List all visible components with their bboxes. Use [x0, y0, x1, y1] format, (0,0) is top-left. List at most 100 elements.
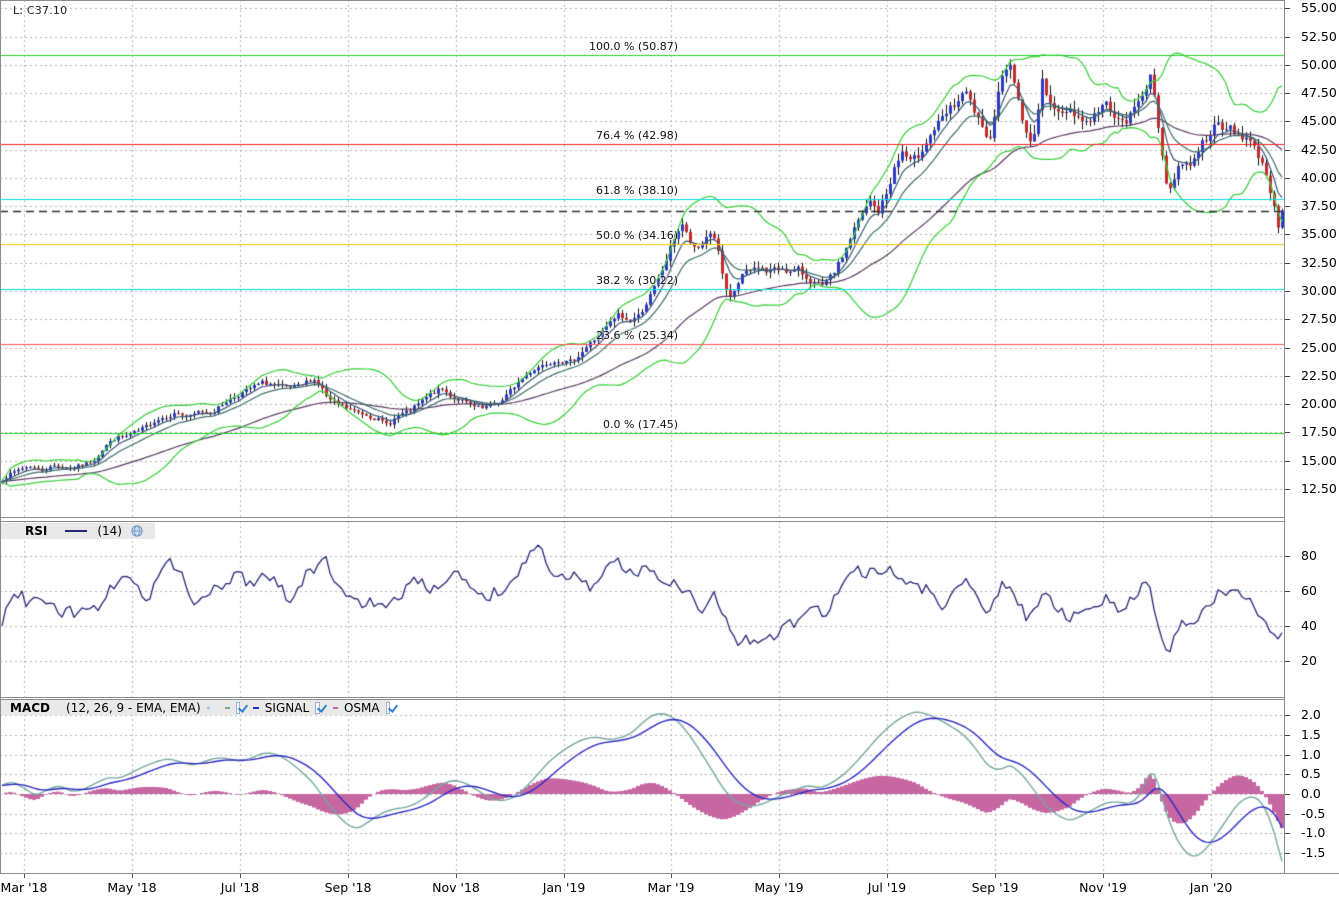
price-tick-label: 47.50	[1301, 85, 1337, 100]
price-tick-tick	[1285, 93, 1290, 94]
osma-visibility-checkbox[interactable]	[386, 702, 390, 714]
time-tick-label: Jul '19	[868, 880, 906, 895]
price-tick-label: 22.50	[1301, 368, 1337, 383]
macd-line-sample	[225, 707, 230, 709]
signal-visibility-checkbox[interactable]	[315, 702, 319, 714]
macd-tick-tick	[1285, 794, 1290, 795]
time-tick-label: Jan '19	[543, 880, 586, 895]
time-axis[interactable]: Mar '18May '18Jul '18Sep '18Nov '18Jan '…	[0, 873, 1339, 897]
macd-tick-tick	[1285, 814, 1290, 815]
price-chart-canvas[interactable]	[0, 0, 1284, 518]
fib-level-label: 50.0 % (34.16)	[478, 230, 678, 242]
time-tick-label: Mar '19	[648, 880, 695, 895]
time-tick-label: Jan '20	[1190, 880, 1233, 895]
macd-visibility-checkbox[interactable]	[236, 702, 240, 714]
price-tick-tick	[1285, 432, 1290, 433]
macd-tick-label: 0.5	[1301, 766, 1321, 781]
price-tick-label: 25.00	[1301, 340, 1337, 355]
macd-panel-bottom-border	[0, 873, 1339, 874]
macd-tick-label: -1.0	[1301, 825, 1325, 840]
rsi-tick-tick	[1285, 591, 1290, 592]
price-tick-tick	[1285, 8, 1290, 9]
rsi-tick-label: 60	[1301, 583, 1317, 598]
price-tick-label: 55.00	[1301, 0, 1337, 15]
price-tick-label: 37.50	[1301, 198, 1337, 213]
time-tick-label: Jul '18	[221, 880, 259, 895]
indicator-settings-globe-icon[interactable]	[131, 525, 143, 537]
osma-label: OSMA	[344, 701, 380, 715]
price-tick-tick	[1285, 65, 1290, 66]
signal-label: SIGNAL	[265, 701, 309, 715]
macd-tick-tick	[1285, 755, 1290, 756]
price-tick-tick	[1285, 206, 1290, 207]
macd-tick-tick	[1285, 774, 1290, 775]
rsi-canvas[interactable]	[0, 521, 1284, 697]
price-tick-label: 12.50	[1301, 481, 1337, 496]
macd-tick-tick	[1285, 853, 1290, 854]
rsi-param: (14)	[97, 524, 122, 538]
price-tick-tick	[1285, 37, 1290, 38]
rsi-title: RSI	[25, 524, 47, 538]
signal-line-sample	[253, 707, 258, 709]
macd-tick-label: 1.0	[1301, 747, 1321, 762]
price-tick-label: 15.00	[1301, 453, 1337, 468]
macd-tick-tick	[1285, 833, 1290, 834]
macd-canvas[interactable]	[0, 699, 1284, 873]
macd-panel-top-border	[0, 699, 1285, 700]
rsi-tick-label: 20	[1301, 653, 1317, 668]
rsi-tick-tick	[1285, 556, 1290, 557]
macd-tick-label: 2.0	[1301, 707, 1321, 722]
macd-tick-tick	[1285, 715, 1290, 716]
price-axis[interactable]: 55.0052.5050.0047.5045.0042.5040.0037.50…	[1284, 0, 1339, 873]
price-tick-tick	[1285, 178, 1290, 179]
trading-chart-app: L: C37.10 100.0 % (50.87) 76.4 % (42.98) 6…	[0, 0, 1339, 897]
price-tick-tick	[1285, 150, 1290, 151]
rsi-tick-label: 80	[1301, 548, 1317, 563]
time-tick-label: May '19	[754, 880, 803, 895]
price-tick-tick	[1285, 319, 1290, 320]
time-tick-label: Sep '19	[972, 880, 1019, 895]
osma-line-sample	[333, 707, 338, 709]
price-tick-tick	[1285, 234, 1290, 235]
price-tick-tick	[1285, 461, 1290, 462]
rsi-tick-tick	[1285, 626, 1290, 627]
rsi-tick-tick	[1285, 661, 1290, 662]
price-tick-label: 30.00	[1301, 283, 1337, 298]
macd-tick-label: 1.5	[1301, 727, 1321, 742]
price-tick-label: 45.00	[1301, 113, 1337, 128]
time-tick-label: Sep '18	[325, 880, 372, 895]
macd-tick-label: -1.5	[1301, 845, 1325, 860]
last-price-label: L: C37.10	[13, 4, 67, 17]
price-tick-label: 17.50	[1301, 424, 1337, 439]
macd-tick-tick	[1285, 735, 1290, 736]
fib-level-label: 38.2 % (30.22)	[478, 275, 678, 287]
fib-level-label: 23.6 % (25.34)	[478, 330, 678, 342]
indicator-settings-globe-icon[interactable]	[207, 702, 210, 714]
macd-tick-label: 0.0	[1301, 786, 1321, 801]
fib-level-label: 100.0 % (50.87)	[478, 41, 678, 53]
price-tick-label: 40.00	[1301, 170, 1337, 185]
time-tick-label: Nov '19	[1079, 880, 1127, 895]
main-panel-top-border	[0, 0, 1285, 1]
time-tick-label: May '18	[107, 880, 156, 895]
macd-title: MACD	[10, 701, 50, 715]
fib-level-label: 61.8 % (38.10)	[478, 185, 678, 197]
rsi-panel-header: RSI (14)	[1, 523, 155, 539]
macd-tick-label: -0.5	[1301, 806, 1325, 821]
left-border	[0, 0, 1, 873]
price-tick-tick	[1285, 121, 1290, 122]
rsi-line-sample	[65, 530, 87, 532]
price-tick-tick	[1285, 263, 1290, 264]
price-tick-label: 35.00	[1301, 226, 1337, 241]
macd-param: (12, 26, 9 - EMA, EMA)	[66, 701, 201, 715]
price-tick-tick	[1285, 489, 1290, 490]
fib-level-label: 0.0 % (17.45)	[478, 419, 678, 431]
price-tick-label: 52.50	[1301, 29, 1337, 44]
rsi-tick-label: 40	[1301, 618, 1317, 633]
fib-level-label: 76.4 % (42.98)	[478, 130, 678, 142]
price-tick-label: 50.00	[1301, 57, 1337, 72]
price-tick-label: 27.50	[1301, 311, 1337, 326]
rsi-panel-bottom-border	[0, 697, 1285, 698]
price-tick-label: 20.00	[1301, 396, 1337, 411]
macd-panel-header: MACD (12, 26, 9 - EMA, EMA) SIGNAL OSMA	[1, 700, 390, 715]
